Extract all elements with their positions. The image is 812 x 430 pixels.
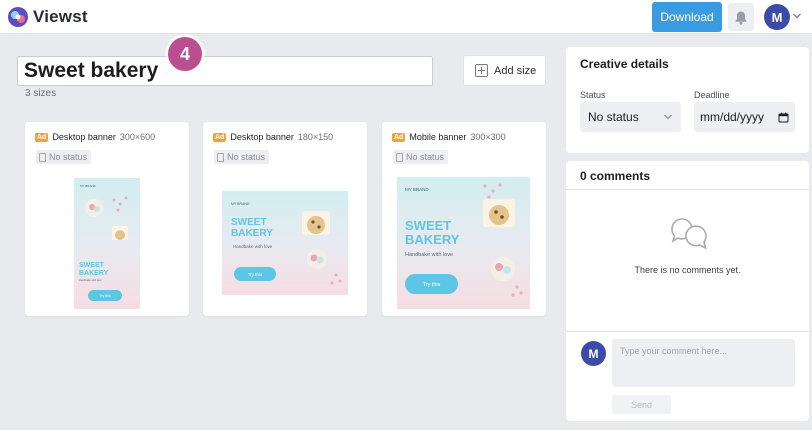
thumb-brand: MY BRAND xyxy=(231,202,250,206)
thumb-headline-1: SWEET xyxy=(79,262,105,269)
card-size: 300×600 xyxy=(119,132,156,142)
card-size: 180×150 xyxy=(297,132,334,142)
thumb-subline: Handbake with love xyxy=(233,244,273,249)
panel-title: Creative details xyxy=(580,57,669,71)
creative-card[interactable]: Ad Desktop banner 300×600 No status MY B… xyxy=(25,122,189,316)
deadline-placeholder: mm/dd/yyyy xyxy=(700,110,765,124)
step-badge: 4 xyxy=(168,37,202,71)
send-button[interactable]: Send xyxy=(612,395,671,414)
card-status-chip[interactable]: No status xyxy=(393,150,449,164)
viewst-logo-icon[interactable] xyxy=(7,6,29,28)
card-header: Ad Desktop banner 180×150 xyxy=(213,132,333,142)
thumb-brand: MY BRAND xyxy=(405,187,429,192)
deadline-label: Deadline xyxy=(694,90,730,100)
card-status: No status xyxy=(406,152,445,162)
calendar-icon[interactable] xyxy=(778,112,789,123)
thumb-subline: Handbake with love xyxy=(405,252,453,258)
banner-thumbnail[interactable]: MY BRAND SWEET BAKERY Handbake with love… xyxy=(397,177,530,309)
status-label: Status xyxy=(580,90,606,100)
thumb-headline-1: SWEET xyxy=(231,217,267,228)
card-status: No status xyxy=(227,152,266,162)
thumb-headline-2: BAKERY xyxy=(405,232,460,247)
chevron-down-icon[interactable] xyxy=(792,12,802,20)
ad-tag: Ad xyxy=(213,132,227,142)
thumb-headline-1: SWEET xyxy=(405,218,451,233)
thumb-subline: Handbake with love xyxy=(79,278,102,282)
add-size-button[interactable]: Add size xyxy=(463,55,546,86)
notifications-button[interactable] xyxy=(728,3,754,31)
creative-details-panel: Creative details Status Deadline No stat… xyxy=(566,47,809,153)
ad-tag: Ad xyxy=(35,132,49,142)
user-avatar[interactable]: M xyxy=(764,4,790,30)
project-title-input[interactable] xyxy=(17,56,433,86)
download-button[interactable]: Download xyxy=(652,2,722,32)
banner-preview: MY BRAND SWEET BAKERY Handbake with love… xyxy=(231,202,342,285)
card-name: Mobile banner xyxy=(409,132,467,142)
brand-name[interactable]: Viewst xyxy=(33,7,88,27)
thumb-headline-2: BAKERY xyxy=(79,270,109,277)
card-header: Ad Mobile banner 300×300 xyxy=(392,132,506,142)
status-select[interactable]: No status xyxy=(580,102,681,132)
clipboard-icon xyxy=(39,152,46,162)
clipboard-icon xyxy=(396,152,403,162)
thumb-cta: Try this xyxy=(423,282,441,288)
card-name: Desktop banner xyxy=(230,132,294,142)
creative-card[interactable]: Ad Mobile banner 300×300 No status MY BR… xyxy=(382,122,546,316)
banner-preview: MY BRAND SWEET BAKERY Handbake with love… xyxy=(79,184,128,301)
clipboard-icon xyxy=(217,152,224,162)
comments-count: 0 comments xyxy=(580,169,651,183)
creative-card[interactable]: Ad Desktop banner 180×150 No status MY B… xyxy=(203,122,367,316)
bell-icon xyxy=(735,11,747,25)
banner-thumbnail[interactable]: MY BRAND SWEET BAKERY Handbake with love… xyxy=(222,191,348,295)
thumb-brand: MY BRAND xyxy=(80,184,97,188)
divider xyxy=(566,189,809,190)
card-name: Desktop banner xyxy=(52,132,116,142)
deadline-field[interactable]: mm/dd/yyyy xyxy=(694,102,795,132)
card-status: No status xyxy=(49,152,88,162)
speech-bubbles-icon xyxy=(671,218,707,250)
card-status-chip[interactable]: No status xyxy=(214,150,270,164)
card-status-chip[interactable]: No status xyxy=(36,150,92,164)
ad-tag: Ad xyxy=(392,132,406,142)
status-value: No status xyxy=(588,110,639,124)
top-bar: Viewst Download M xyxy=(0,0,812,34)
comment-input[interactable] xyxy=(612,339,795,387)
chevron-down-icon xyxy=(664,114,672,120)
add-size-label: Add size xyxy=(494,64,537,77)
card-header: Ad Desktop banner 300×600 xyxy=(35,132,155,142)
empty-comments-text: There is no comments yet. xyxy=(634,265,741,275)
card-size: 300×300 xyxy=(470,132,506,142)
sizes-count: 3 sizes xyxy=(25,88,57,99)
thumb-cta: Try this xyxy=(99,294,111,298)
thumb-headline-2: BAKERY xyxy=(231,228,273,239)
banner-preview: MY BRAND SWEET BAKERY Handbake with love… xyxy=(405,183,523,297)
comments-panel: 0 comments There is no comments yet. M S… xyxy=(566,161,809,421)
thumb-cta: Try this xyxy=(248,272,263,277)
divider xyxy=(566,331,809,332)
banner-thumbnail[interactable]: MY BRAND SWEET BAKERY Handbake with love… xyxy=(74,178,140,309)
comment-avatar: M xyxy=(581,341,606,366)
plus-square-icon xyxy=(475,64,488,77)
